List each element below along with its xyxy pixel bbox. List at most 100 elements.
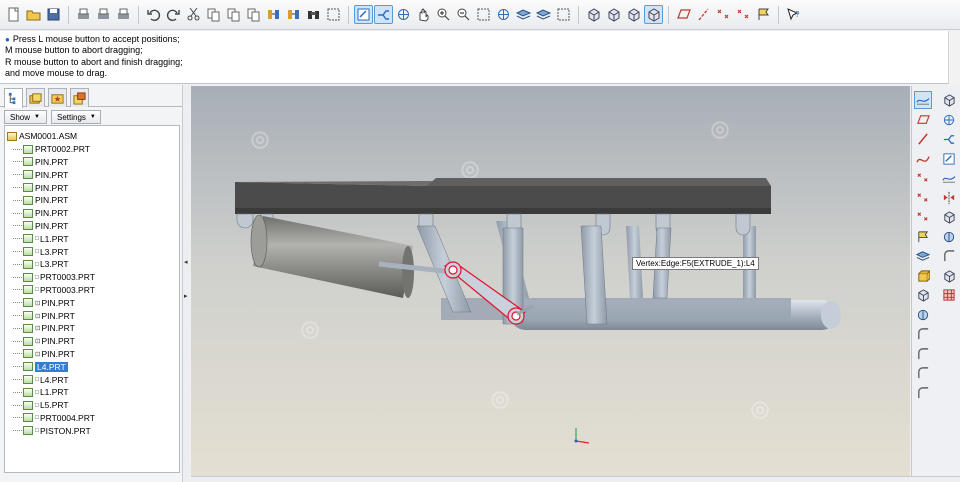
assemble-button[interactable] xyxy=(914,286,932,304)
plane-button[interactable] xyxy=(914,111,932,129)
draft-button[interactable] xyxy=(914,364,932,382)
datum-axis-button[interactable] xyxy=(940,111,958,129)
tree-item[interactable]: ⊡ PIN.PRT xyxy=(5,309,179,322)
context-help-button[interactable]: ? xyxy=(784,5,803,24)
tree-item[interactable]: □ PRT0003.PRT xyxy=(5,284,179,297)
spline-button[interactable] xyxy=(914,150,932,168)
tree-item[interactable]: □ L5.PRT xyxy=(5,399,179,412)
tree-root[interactable]: ASM0001.ASM xyxy=(5,130,179,143)
pan-hand-button[interactable] xyxy=(414,5,433,24)
send-mail-button[interactable] xyxy=(94,5,113,24)
hidden-line-button[interactable] xyxy=(604,5,623,24)
datum-csys-button[interactable] xyxy=(940,169,958,187)
panel-splitter[interactable]: ◂ ▸ xyxy=(182,85,190,482)
appearance-button[interactable] xyxy=(940,286,958,304)
orient-button[interactable] xyxy=(394,5,413,24)
select-mode-button[interactable] xyxy=(374,5,393,24)
cut-button[interactable] xyxy=(184,5,203,24)
find-button[interactable] xyxy=(304,5,323,24)
redo-button[interactable] xyxy=(164,5,183,24)
annotations-button[interactable] xyxy=(754,5,773,24)
shading-button[interactable] xyxy=(644,5,663,24)
tree-item[interactable]: PIN.PRT xyxy=(5,194,179,207)
graphics-window[interactable]: ◎ ◎ ◎ ◎ ◎ ◎ Vertex:Edge:F5(EXTRUDE_1):L4 xyxy=(191,86,910,476)
paste-special-button[interactable] xyxy=(244,5,263,24)
datum-curve-button[interactable] xyxy=(940,130,958,148)
zoom-in-button[interactable] xyxy=(434,5,453,24)
saved-views-button[interactable] xyxy=(514,5,533,24)
tree-item[interactable]: □ PRT0004.PRT xyxy=(5,412,179,425)
sweep-button[interactable] xyxy=(940,247,958,265)
refit-button[interactable] xyxy=(474,5,493,24)
axis-button[interactable] xyxy=(914,189,932,207)
tree-item[interactable]: PIN.PRT xyxy=(5,220,179,233)
tab-web-browser[interactable] xyxy=(70,88,89,107)
tree-item[interactable]: ⊡ PIN.PRT xyxy=(5,322,179,335)
no-hidden-button[interactable] xyxy=(624,5,643,24)
expand-right-icon[interactable]: ▸ xyxy=(184,292,188,300)
sketch-button[interactable] xyxy=(914,91,932,109)
tree-item[interactable]: □ PISTON.PRT xyxy=(5,424,179,437)
point-button[interactable] xyxy=(914,169,932,187)
mirror-button[interactable] xyxy=(940,189,958,207)
tree-item[interactable]: PIN.PRT xyxy=(5,168,179,181)
undo-button[interactable] xyxy=(144,5,163,24)
settings-dropdown[interactable]: Settings ▼ xyxy=(51,110,101,124)
zoom-out-button[interactable] xyxy=(454,5,473,24)
view-manager-button[interactable] xyxy=(554,5,573,24)
message-scrollbar[interactable] xyxy=(948,31,960,84)
collapse-left-icon[interactable]: ◂ xyxy=(184,258,188,266)
show-dropdown[interactable]: Show ▼ xyxy=(4,110,47,124)
datum-planes-button[interactable] xyxy=(674,5,693,24)
tab-model-tree[interactable] xyxy=(4,88,23,108)
tree-item[interactable]: □ L1.PRT xyxy=(5,386,179,399)
close-window-button[interactable] xyxy=(114,5,133,24)
paste-button[interactable] xyxy=(224,5,243,24)
csys-button[interactable] xyxy=(914,208,932,226)
line-button[interactable] xyxy=(914,130,932,148)
tab-folder-browser[interactable] xyxy=(26,88,45,107)
coordinate-systems-button[interactable] xyxy=(734,5,753,24)
selection-filter-button[interactable] xyxy=(324,5,343,24)
tree-item[interactable]: ⊡ PIN.PRT xyxy=(5,348,179,361)
insert-feature-button[interactable] xyxy=(914,228,932,246)
open-folder-button[interactable] xyxy=(24,5,43,24)
copy-button[interactable] xyxy=(204,5,223,24)
tree-item[interactable]: ⊡ PIN.PRT xyxy=(5,296,179,309)
tree-item[interactable]: PIN.PRT xyxy=(5,207,179,220)
tree-item[interactable]: □ PRT0003.PRT xyxy=(5,271,179,284)
extrude-button[interactable] xyxy=(940,208,958,226)
view-button[interactable] xyxy=(914,247,932,265)
drag-components-button[interactable] xyxy=(354,5,373,24)
datum-points-button[interactable] xyxy=(714,5,733,24)
constraint-button[interactable] xyxy=(914,306,932,324)
tree-item[interactable]: □ L3.PRT xyxy=(5,245,179,258)
datum-plane-button[interactable] xyxy=(940,91,958,109)
tree-item[interactable]: □ L4.PRT xyxy=(5,373,179,386)
revolve-button[interactable] xyxy=(940,228,958,246)
print-button[interactable] xyxy=(74,5,93,24)
component-place-button[interactable] xyxy=(914,267,932,285)
top-plate[interactable] xyxy=(235,178,771,214)
regenerate-manager-button[interactable] xyxy=(284,5,303,24)
regenerate-button[interactable] xyxy=(264,5,283,24)
new-file-button[interactable] xyxy=(4,5,23,24)
assembly-model[interactable] xyxy=(191,86,910,476)
tree-item[interactable]: □ L3.PRT xyxy=(5,258,179,271)
datum-axes-button[interactable] xyxy=(694,5,713,24)
tree-item[interactable]: L4.PRT xyxy=(5,360,179,373)
tree-item[interactable]: □ L1.PRT xyxy=(5,232,179,245)
chamfer-button[interactable] xyxy=(914,345,932,363)
reorient-button[interactable] xyxy=(494,5,513,24)
tree-item[interactable]: PIN.PRT xyxy=(5,156,179,169)
save-button[interactable] xyxy=(44,5,63,24)
round-button[interactable] xyxy=(914,325,932,343)
tree-item[interactable]: PRT0002.PRT xyxy=(5,143,179,156)
tree-item[interactable]: PIN.PRT xyxy=(5,181,179,194)
pattern-button[interactable] xyxy=(914,384,932,402)
wireframe-button[interactable] xyxy=(584,5,603,24)
tab-favorites[interactable] xyxy=(48,88,67,107)
datum-point-button[interactable] xyxy=(940,150,958,168)
tree-item[interactable]: ⊡ PIN.PRT xyxy=(5,335,179,348)
blend-button[interactable] xyxy=(940,267,958,285)
